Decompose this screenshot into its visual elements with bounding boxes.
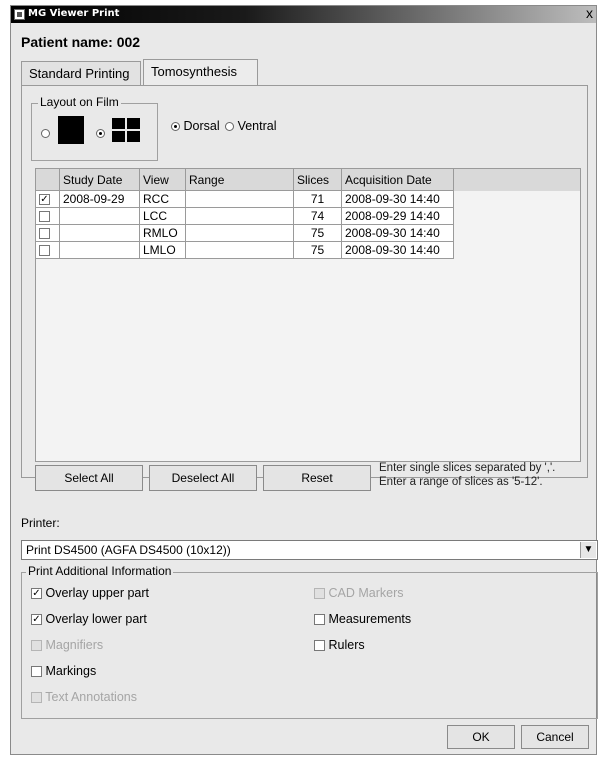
study-date-cell: 2008-09-29: [59, 190, 140, 208]
cancel-button[interactable]: Cancel: [521, 725, 589, 749]
col-range[interactable]: Range: [185, 168, 294, 191]
col-study-date[interactable]: Study Date: [59, 168, 140, 191]
ventral-radio[interactable]: [225, 122, 235, 132]
col-view[interactable]: View: [139, 168, 186, 191]
tab-standard-printing[interactable]: Standard Printing: [21, 61, 141, 85]
view-cell: LMLO: [139, 241, 186, 259]
option-magnifiers: Magnifiers: [31, 638, 103, 652]
study-date-cell: [59, 207, 140, 225]
acquisition-date-cell: 2008-09-30 14:40: [341, 190, 454, 208]
option-markings[interactable]: Markings: [31, 664, 96, 678]
additional-info-legend: Print Additional Information: [26, 564, 174, 578]
title-bar: MG Viewer Print x: [11, 5, 596, 23]
slices-cell: 71: [293, 190, 342, 208]
table-row[interactable]: LCC 74 2008-09-29 14:40: [35, 207, 454, 225]
layout-on-film-group: Layout on Film: [31, 95, 158, 161]
table-row[interactable]: LMLO 75 2008-09-30 14:40: [35, 241, 454, 259]
printer-value: Print DS4500 (AGFA DS4500 (10x12)): [26, 543, 231, 557]
reset-button[interactable]: Reset: [263, 465, 371, 491]
dorsal-label: Dorsal: [183, 119, 220, 133]
acquisition-date-cell: 2008-09-30 14:40: [341, 241, 454, 259]
markings-checkbox[interactable]: [31, 666, 42, 678]
close-icon[interactable]: x: [586, 5, 593, 21]
patient-name: Patient name: 002: [21, 34, 141, 50]
row-checkbox[interactable]: [39, 245, 50, 257]
select-all-button[interactable]: Select All: [35, 465, 143, 491]
view-cell: RMLO: [139, 224, 186, 242]
option-overlay-lower[interactable]: ✓ Overlay lower part: [31, 612, 147, 626]
acquisition-date-cell: 2008-09-30 14:40: [341, 224, 454, 242]
text-annotations-checkbox: [31, 692, 42, 704]
overlay-upper-checkbox[interactable]: ✓: [31, 588, 42, 600]
table-row[interactable]: RMLO 75 2008-09-30 14:40: [35, 224, 454, 242]
ok-button[interactable]: OK: [447, 725, 515, 749]
study-date-cell: [59, 224, 140, 242]
overlay-lower-checkbox[interactable]: ✓: [31, 614, 42, 626]
layout-single-radio[interactable]: [41, 129, 50, 138]
dorsal-radio[interactable]: [171, 122, 180, 132]
app-icon: [14, 9, 25, 20]
deselect-all-button[interactable]: Deselect All: [149, 465, 257, 491]
study-date-cell: [59, 241, 140, 259]
row-checkbox[interactable]: [39, 228, 50, 240]
orientation-group: Dorsal Ventral: [171, 119, 277, 133]
quad-image-icon: [112, 118, 140, 142]
option-overlay-upper[interactable]: ✓ Overlay upper part: [31, 586, 149, 600]
slices-table: Study Date View Range Slices Acquisition…: [35, 168, 454, 259]
row-checkbox[interactable]: [39, 211, 50, 223]
option-measurements[interactable]: Measurements: [314, 612, 411, 626]
range-cell[interactable]: [185, 241, 294, 259]
printer-label: Printer:: [21, 516, 60, 530]
hint-line-1: Enter single slices separated by ','.: [379, 462, 556, 474]
slices-cell: 75: [293, 224, 342, 242]
ventral-label: Ventral: [237, 119, 277, 133]
measurements-checkbox[interactable]: [314, 614, 325, 626]
view-cell: RCC: [139, 190, 186, 208]
row-checkbox[interactable]: ✓: [39, 194, 50, 206]
slices-cell: 74: [293, 207, 342, 225]
range-cell[interactable]: [185, 190, 294, 208]
layout-quad-radio[interactable]: [96, 129, 105, 138]
option-rulers[interactable]: Rulers: [314, 638, 365, 652]
chevron-down-icon[interactable]: ▼: [580, 542, 596, 558]
slices-cell: 75: [293, 241, 342, 259]
option-cad-markers: CAD Markers: [314, 586, 404, 600]
acquisition-date-cell: 2008-09-29 14:40: [341, 207, 454, 225]
range-cell[interactable]: [185, 207, 294, 225]
layout-legend: Layout on Film: [38, 95, 121, 109]
table-header-row: Study Date View Range Slices Acquisition…: [35, 168, 454, 191]
window-title: MG Viewer Print: [28, 8, 120, 19]
col-check-header: [35, 168, 60, 191]
option-text-annotations: Text Annotations: [31, 690, 137, 704]
col-slices[interactable]: Slices: [293, 168, 342, 191]
view-cell: LCC: [139, 207, 186, 225]
table-row[interactable]: ✓ 2008-09-29 RCC 71 2008-09-30 14:40: [35, 190, 454, 208]
print-dialog: MG Viewer Print x Patient name: 002 Stan…: [10, 5, 598, 755]
tab-tomosynthesis[interactable]: Tomosynthesis: [143, 59, 258, 85]
col-acquisition-date[interactable]: Acquisition Date: [341, 168, 454, 191]
single-image-icon: [58, 116, 84, 144]
printer-select[interactable]: Print DS4500 (AGFA DS4500 (10x12)) ▼: [21, 540, 598, 560]
magnifiers-checkbox: [31, 640, 42, 652]
rulers-checkbox[interactable]: [314, 640, 325, 652]
hint-line-2: Enter a range of slices as '5-12'.: [379, 476, 543, 488]
range-cell[interactable]: [185, 224, 294, 242]
cad-markers-checkbox: [314, 588, 325, 600]
